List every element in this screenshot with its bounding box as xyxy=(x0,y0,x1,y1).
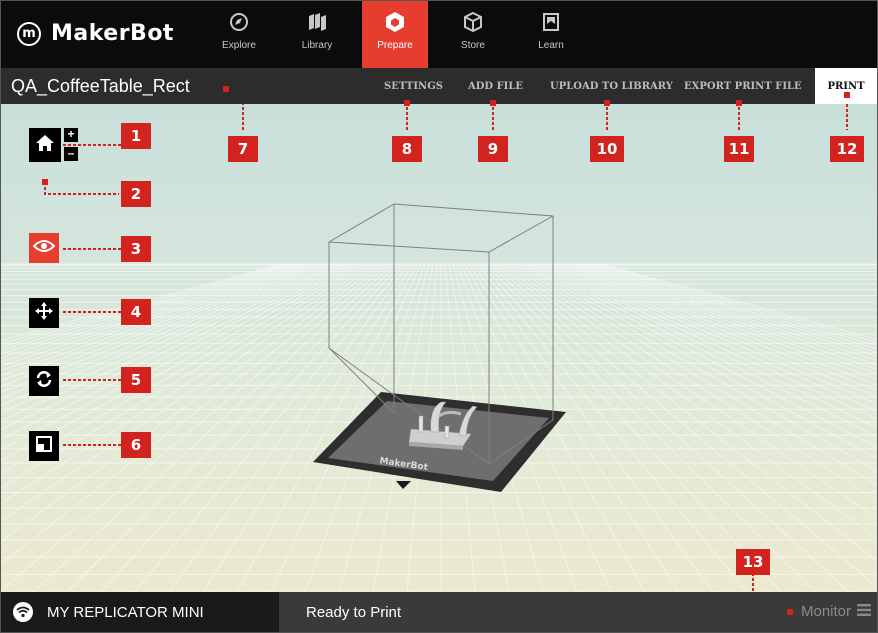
callout-2: 2 xyxy=(121,181,151,207)
printer-selector[interactable]: MY REPLICATOR MINI xyxy=(1,592,279,632)
callout-anchor-13 xyxy=(787,608,793,615)
callout-11: 11 xyxy=(724,136,754,162)
grid-line xyxy=(540,263,877,412)
scale-icon xyxy=(35,435,53,458)
callout-anchor-7 xyxy=(223,86,229,92)
nav-tab-store[interactable]: Store xyxy=(440,1,506,68)
makerbot-logo-text: MakerBot xyxy=(51,21,174,46)
compass-icon xyxy=(229,10,249,34)
printer-name: MY REPLICATOR MINI xyxy=(47,603,204,621)
rotate-icon xyxy=(35,370,53,393)
box-icon xyxy=(463,10,483,34)
makerbot-print-window: m MakerBot Explore Library Prepare Store… xyxy=(0,0,878,633)
top-navigation: m MakerBot Explore Library Prepare Store… xyxy=(1,1,877,68)
file-name: QA_CoffeeTable_Rect xyxy=(11,76,190,96)
nav-tab-learn[interactable]: Learn xyxy=(518,1,584,68)
nav-tab-label: Store xyxy=(461,40,485,51)
nav-tab-library[interactable]: Library xyxy=(284,1,350,68)
upload-to-library-button[interactable]: UPLOAD TO LIBRARY xyxy=(550,68,673,104)
callout-12: 12 xyxy=(830,136,864,162)
callout-6: 6 xyxy=(121,432,151,458)
print-button[interactable]: PRINT xyxy=(815,68,877,104)
zoom-out-button[interactable]: – xyxy=(64,147,78,161)
grid-line xyxy=(556,263,877,386)
hamburger-menu-icon xyxy=(857,603,872,620)
callout-anchor-2 xyxy=(42,179,48,185)
library-icon xyxy=(306,10,328,34)
makerbot-logo-mark: m xyxy=(17,21,41,46)
callout-anchor-10 xyxy=(604,100,610,106)
callout-anchor-9 xyxy=(490,100,496,106)
nav-tab-label: Explore xyxy=(222,40,256,51)
build-scene: MakerBot xyxy=(1,104,877,592)
callout-5: 5 xyxy=(121,367,151,393)
callout-3: 3 xyxy=(121,236,151,262)
grid-line xyxy=(32,263,394,592)
home-view-button[interactable] xyxy=(29,128,61,162)
export-print-file-button[interactable]: EXPORT PRINT FILE xyxy=(684,68,802,104)
nav-tab-label: Prepare xyxy=(377,40,413,51)
printer-status: Ready to Print xyxy=(306,604,402,621)
nav-tab-label: Learn xyxy=(538,40,564,51)
grid-line xyxy=(576,263,877,361)
nav-tab-explore[interactable]: Explore xyxy=(206,1,272,68)
book-icon xyxy=(542,10,560,34)
callout-leader-lines xyxy=(44,104,848,592)
grid-line xyxy=(560,263,877,380)
settings-button[interactable]: SETTINGS xyxy=(384,68,443,104)
monitor-label: Monitor xyxy=(801,603,852,620)
move-button[interactable] xyxy=(29,298,59,328)
prepare-cube-icon xyxy=(385,10,405,34)
callout-anchor-8 xyxy=(404,100,410,106)
wifi-icon xyxy=(13,602,33,622)
callout-9: 9 xyxy=(478,136,508,162)
callout-10: 10 xyxy=(590,136,624,162)
rotate-button[interactable] xyxy=(29,366,59,396)
callout-8: 8 xyxy=(392,136,422,162)
zoom-in-button[interactable]: + xyxy=(64,128,78,142)
title-bar: QA_CoffeeTable_Rect SETTINGS ADD FILE UP… xyxy=(1,68,877,104)
monitor-button[interactable]: Monitor xyxy=(787,603,872,620)
callout-1: 1 xyxy=(121,123,151,149)
bottom-status-bar: MY REPLICATOR MINI Ready to Print Monito… xyxy=(1,592,877,632)
view-button[interactable] xyxy=(29,233,59,263)
home-icon xyxy=(35,133,55,158)
nav-tab-label: Library xyxy=(301,40,333,51)
callout-4: 4 xyxy=(121,299,151,325)
build-viewport[interactable]: MakerBot + – 1 2 3 4 5 6 7 8 9 10 11 12 … xyxy=(1,104,877,592)
callout-7: 7 xyxy=(228,136,258,162)
grid-line xyxy=(588,263,877,350)
scale-button[interactable] xyxy=(29,431,59,461)
makerbot-logo: m MakerBot xyxy=(17,21,174,46)
nav-tab-prepare[interactable]: Prepare xyxy=(362,1,428,68)
add-file-button[interactable]: ADD FILE xyxy=(468,68,523,104)
move-arrows-icon xyxy=(34,301,54,326)
callout-13: 13 xyxy=(736,549,770,575)
callout-anchor-11 xyxy=(736,100,742,106)
callout-anchor-12 xyxy=(844,92,850,98)
eye-icon xyxy=(32,239,56,258)
